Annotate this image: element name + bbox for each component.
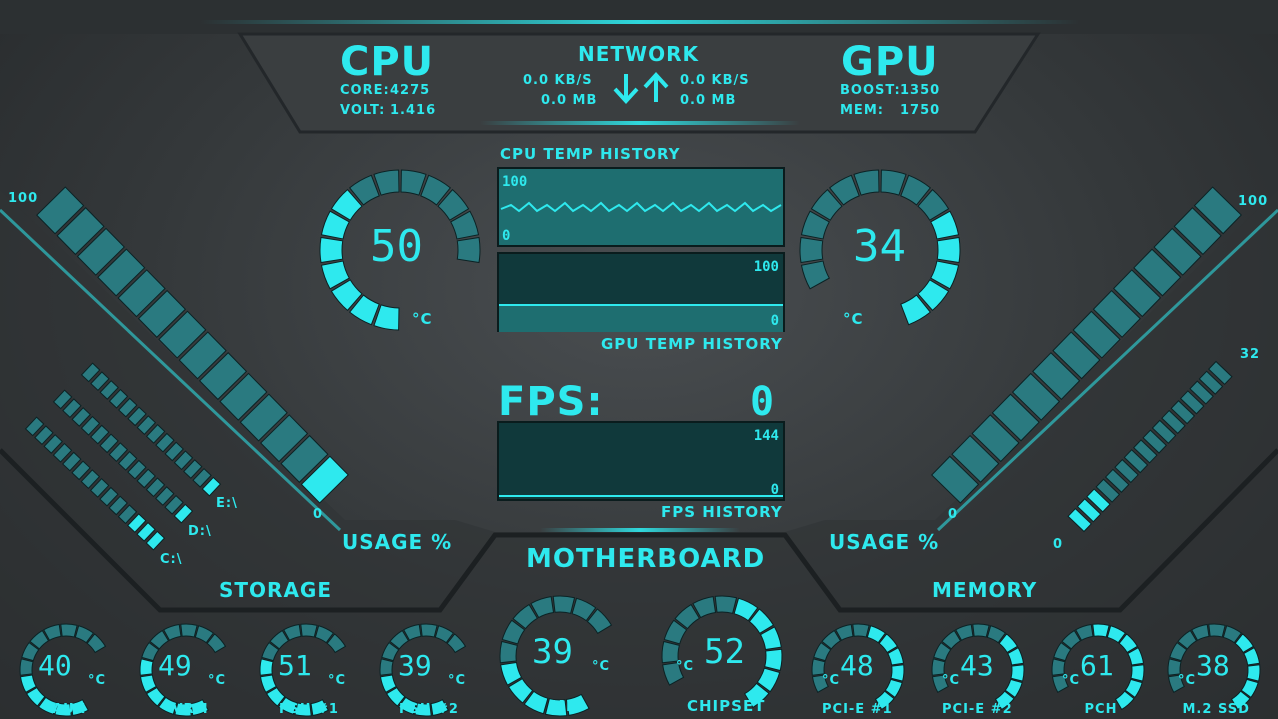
sensor-name: MB — [550, 697, 579, 715]
sensor-value: 39 — [398, 649, 432, 682]
sensor-value: 38 — [1196, 649, 1230, 682]
sensor-name: PCI-E #1 — [822, 702, 893, 717]
sensor-value: 48 — [840, 649, 874, 682]
sensor-gauge-segment — [60, 623, 78, 638]
sensor-name: M.2 SSD — [1182, 702, 1250, 717]
sensor-name: PCH — [1084, 702, 1118, 717]
sensor-gauge-arcs — [19, 595, 1261, 717]
sensor-name: CHIPSET — [687, 697, 766, 715]
sensor-gauge-segment — [764, 648, 783, 672]
sensor-gauge-segment — [139, 658, 154, 676]
sensor-gauge-segment — [379, 658, 394, 676]
sensor-unit: °C — [208, 673, 227, 688]
sensor-gauge-segment — [1130, 664, 1145, 682]
dashboard: CPU CORE: 4275 VOLT: 1.416 NETWORK 0.0 K… — [0, 0, 1278, 719]
sensor-name: PSU #2 — [399, 702, 459, 717]
sensor-gauge-segment — [19, 658, 34, 676]
sensor-unit: °C — [88, 673, 107, 688]
sensor-gauge-segment — [420, 623, 438, 638]
sensor-value: 43 — [960, 649, 994, 682]
sensor-gauge-segment — [259, 658, 274, 676]
sensor-value: 49 — [158, 649, 192, 682]
sensor-gauge-segment — [714, 595, 738, 614]
sensor-gauge-segment — [1010, 664, 1025, 682]
sensor-gauge-segment — [180, 623, 198, 638]
sensor-name: PCI-E #2 — [942, 702, 1013, 717]
sensor-name: PSU #1 — [279, 702, 339, 717]
sensor-gauge-segment — [1246, 664, 1261, 682]
sensor-unit: °C — [1178, 673, 1197, 688]
sensor-gauge-segment — [300, 623, 318, 638]
sensor-gauge-segment — [1092, 623, 1110, 638]
sensor-name: AUX — [52, 702, 86, 717]
sensor-gauge-segment — [890, 664, 905, 682]
sensor-unit: °C — [328, 673, 347, 688]
sensor-value: 51 — [278, 649, 312, 682]
sensor-value: 40 — [38, 649, 72, 682]
sensor-name: VRM — [172, 702, 209, 717]
sensor-gauge-segment — [499, 640, 518, 664]
sensor-gauge-segment — [972, 623, 990, 638]
sensor-unit: °C — [592, 659, 611, 674]
sensor-gauge-segment — [552, 595, 576, 614]
sensor-unit: °C — [942, 673, 961, 688]
sensor-gauge-segment — [1208, 623, 1226, 638]
sensor-unit: °C — [1062, 673, 1081, 688]
sensor-unit: °C — [822, 673, 841, 688]
sensor-value: 61 — [1080, 649, 1114, 682]
sensor-value: 52 — [704, 632, 745, 672]
sensor-unit: °C — [448, 673, 467, 688]
sensor-unit: °C — [676, 659, 695, 674]
sensor-gauge-segment — [852, 623, 870, 638]
sensor-value: 39 — [532, 632, 573, 672]
